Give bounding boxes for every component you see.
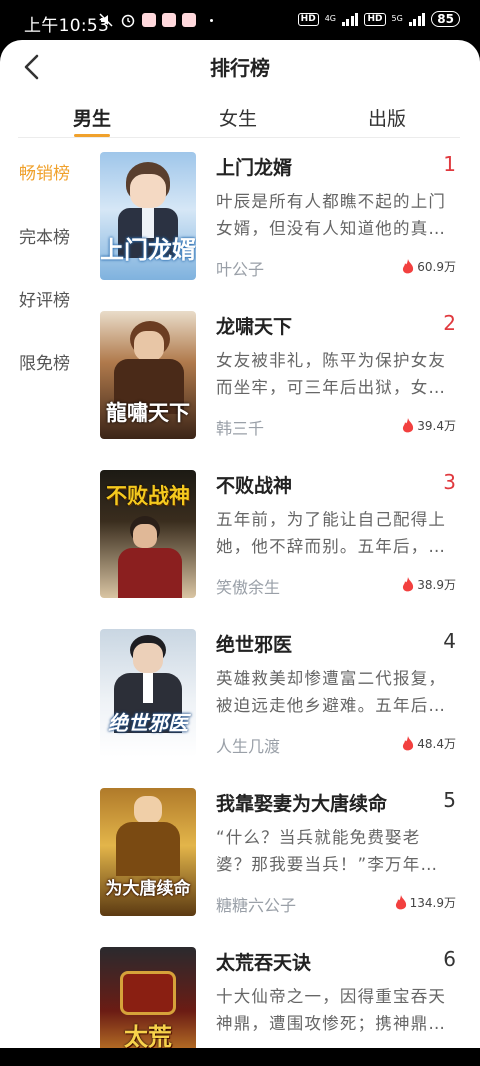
book-description: 五年前，为了能让自己配得上她，他不辞而别。五年后，…	[216, 510, 447, 556]
book-author: 糖糖六公子	[216, 896, 297, 915]
more-notifications-dot	[210, 18, 213, 22]
flame-icon	[403, 735, 414, 750]
book-cover: 龍嘯天下	[100, 311, 196, 439]
cover-title: 不败战神	[106, 483, 190, 508]
list-item[interactable]: 太荒 太荒吞天诀 6 十大仙帝之一，因得重宝吞天神鼎，遭围攻惨死；携神鼎…	[100, 947, 470, 1048]
cover-title: 为大唐续命	[105, 879, 191, 899]
flame-icon	[395, 894, 406, 909]
status-bar: 上午10:53 HD 4G HD 5G 85	[0, 0, 480, 40]
book-title: 龙啸天下	[216, 316, 293, 338]
book-description: 英雄救美却惨遭富二代报复，被迫远走他乡避难。五年后…	[216, 669, 447, 715]
popularity: 134.9万	[394, 894, 456, 911]
popularity: 38.9万	[401, 576, 456, 593]
tab-female[interactable]: 女生	[208, 104, 268, 131]
heat-value: 39.4万	[417, 419, 456, 433]
flame-icon	[403, 258, 414, 273]
book-cover: 为大唐续命	[100, 788, 196, 916]
popularity: 60.9万	[401, 258, 456, 275]
sidebar-item-bestseller[interactable]: 畅销榜	[19, 159, 70, 184]
signal-icon	[341, 12, 359, 26]
book-description: “什么？当兵就能免费娶老婆？那我要当兵！”李万年转世李…	[216, 828, 439, 874]
tab-publish[interactable]: 出版	[357, 104, 417, 131]
sidebar-item-completed[interactable]: 完本榜	[19, 223, 70, 248]
cover-title: 上门龙婿	[100, 235, 196, 264]
list-item[interactable]: 龍嘯天下 龙啸天下 2 女友被非礼，陈平为保护女友而坐牢，可三年后出狱，女… 韩…	[100, 311, 470, 439]
header: 排行榜	[0, 40, 480, 94]
sidebar-item-top-rated[interactable]: 好评榜	[19, 286, 70, 311]
book-cover: 绝世邪医	[100, 629, 196, 757]
status-time: 上午10:53	[24, 16, 110, 36]
book-title: 太荒吞天诀	[216, 952, 312, 974]
cover-title: 龍嘯天下	[106, 400, 190, 425]
status-system-icons: HD 4G HD 5G 85	[297, 11, 460, 27]
cover-title: 太荒	[124, 1022, 172, 1048]
app-notification-icon	[142, 13, 156, 27]
heat-value: 134.9万	[409, 896, 456, 910]
cover-title: 绝世邪医	[108, 711, 188, 735]
rank-number: 5	[443, 788, 456, 812]
battery-icon: 85	[431, 11, 460, 27]
app-notification-icon	[182, 13, 196, 27]
list-item[interactable]: 上门龙婿 上门龙婿 1 叶辰是所有人都瞧不起的上门女婿，但没有人知道他的真… 叶…	[100, 152, 470, 280]
system-nav-bar	[0, 1048, 480, 1066]
popularity: 39.4万	[401, 417, 456, 434]
network-4g-label: 4G	[324, 14, 336, 23]
book-title: 绝世邪医	[216, 634, 293, 656]
book-description: 女友被非礼，陈平为保护女友而坐牢，可三年后出狱，女…	[216, 351, 447, 397]
rank-number: 2	[443, 311, 456, 335]
book-author: 叶公子	[216, 260, 265, 279]
heat-value: 38.9万	[417, 578, 456, 592]
alarm-icon	[121, 14, 135, 28]
rank-number: 6	[443, 947, 456, 971]
book-title: 不败战神	[216, 475, 293, 497]
book-description: 十大仙帝之一，因得重宝吞天神鼎，遭围攻惨死；携神鼎…	[216, 987, 447, 1033]
mute-icon	[99, 13, 113, 27]
list-item[interactable]: 绝世邪医 绝世邪医 4 英雄救美却惨遭富二代报复，被迫远走他乡避难。五年后… 人…	[100, 629, 470, 757]
book-cover: 太荒	[100, 947, 196, 1048]
ranking-screen: 排行榜 男生 女生 出版 畅销榜 完本榜 好评榜 限免榜 上门龙婿 上门龙婿 1…	[0, 40, 480, 1048]
book-author: 人生几渡	[216, 737, 281, 756]
book-cover: 上门龙婿	[100, 152, 196, 280]
active-tab-indicator	[74, 134, 110, 137]
book-title: 我靠娶妻为大唐续命	[216, 793, 388, 815]
list-item[interactable]: 不败战神 不败战神 3 五年前，为了能让自己配得上她，他不辞而别。五年后，… 笑…	[100, 470, 470, 598]
heart-app-icon	[162, 13, 176, 27]
book-cover: 不败战神	[100, 470, 196, 598]
heat-value: 60.9万	[417, 260, 456, 274]
tab-male[interactable]: 男生	[62, 104, 122, 131]
book-description: 叶辰是所有人都瞧不起的上门女婿，但没有人知道他的真…	[216, 192, 447, 238]
sidebar-item-free[interactable]: 限免榜	[19, 349, 70, 374]
book-author: 韩三千	[216, 419, 265, 438]
popularity: 48.4万	[401, 735, 456, 752]
heat-value: 48.4万	[417, 737, 456, 751]
flame-icon	[403, 417, 414, 432]
flame-icon	[403, 576, 414, 591]
list-item[interactable]: 为大唐续命 我靠娶妻为大唐续命 5 “什么？当兵就能免费娶老婆？那我要当兵！”李…	[100, 788, 470, 916]
book-author: 笑傲余生	[216, 578, 281, 597]
book-title: 上门龙婿	[216, 157, 293, 179]
hd-icon: HD	[297, 12, 319, 26]
status-notification-icons	[98, 12, 213, 28]
page-title: 排行榜	[210, 56, 270, 80]
rank-number: 1	[443, 152, 456, 176]
signal-icon	[408, 12, 426, 26]
rank-number: 4	[443, 629, 456, 653]
hd-icon: HD	[364, 12, 386, 26]
network-5g-label: 5G	[391, 14, 403, 23]
gender-tabs: 男生 女生 出版	[18, 96, 460, 138]
rank-number: 3	[443, 470, 456, 494]
